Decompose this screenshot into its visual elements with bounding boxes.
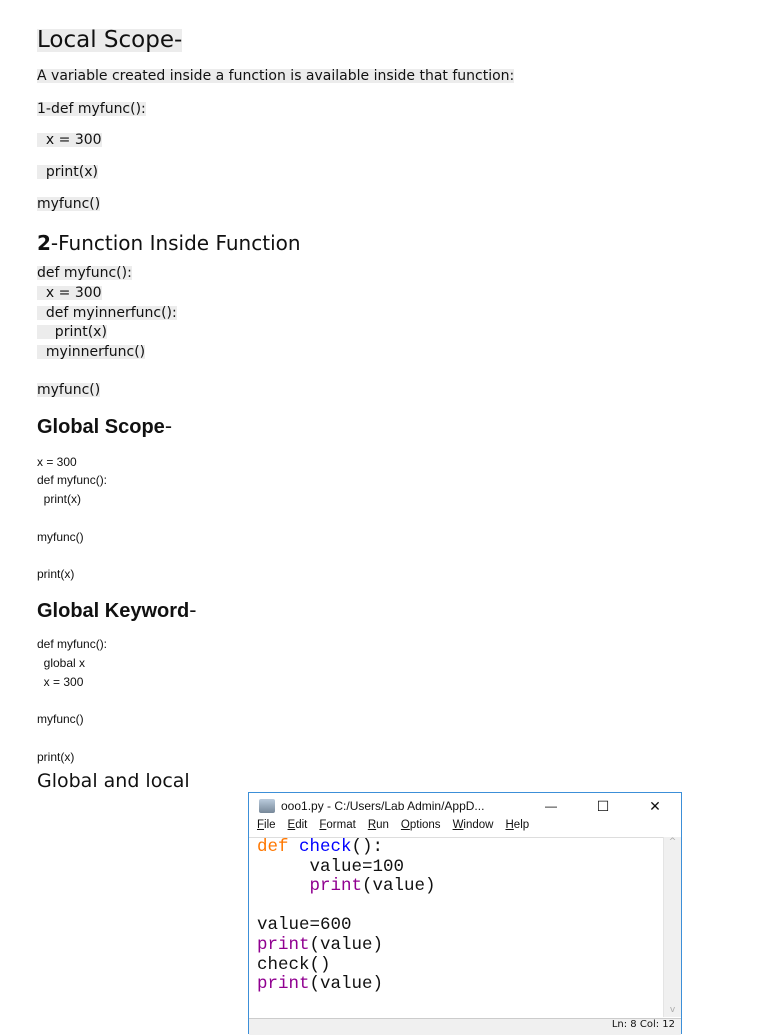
heading-dash: - [164, 414, 173, 438]
code-line: myfunc() [37, 712, 84, 726]
heading-number: 2 [37, 231, 51, 255]
python-file-icon [259, 799, 275, 813]
code-line: print(x) [37, 750, 75, 764]
code-line: x = 300 [37, 675, 84, 689]
code-line: 1-def myfunc(): [37, 101, 146, 117]
code-line: myfunc() [37, 530, 84, 544]
code-editor[interactable]: def check(): value=100 print(value) valu… [257, 837, 436, 995]
builtin: print [257, 974, 310, 995]
code-token: (): [351, 837, 384, 857]
heading-global-and-local: Global and local [37, 770, 190, 792]
code-token: (value) [309, 934, 384, 955]
menu-help[interactable]: Help [505, 819, 529, 837]
code-line: print(x) [37, 324, 107, 340]
menu-format[interactable]: Format [319, 819, 355, 837]
vertical-scrollbar[interactable]: ^ v [663, 837, 681, 1017]
builtin: print [257, 934, 310, 955]
code-line: def myfunc(): [37, 473, 108, 487]
minimize-button[interactable]: — [525, 799, 577, 813]
status-bar: Ln: 8 Col: 12 [249, 1018, 681, 1035]
menu-run[interactable]: Run [368, 819, 389, 837]
function-name: check [299, 837, 352, 857]
code-line: print(x) [37, 567, 75, 581]
code-line: def myinnerfunc(): [37, 305, 177, 321]
scroll-down-icon[interactable]: v [664, 1005, 681, 1015]
code-line: x = 300 [37, 132, 102, 148]
keyword: def [257, 837, 289, 857]
builtin: print [309, 876, 363, 897]
menu-file[interactable]: File [257, 819, 276, 837]
code-line: myfunc() [37, 382, 101, 398]
code-line: def myfunc(): [37, 265, 132, 281]
heading-text: Global Scope [37, 416, 165, 438]
title-bar: ooo1.py - C:/Users/Lab Admin/AppD... — ☐… [249, 793, 681, 819]
menu-window[interactable]: Window [453, 819, 494, 837]
heading-global-scope: Global Scope- [37, 416, 172, 437]
code-line: value=100 [257, 856, 405, 877]
heading-local-scope: Local Scope- [37, 27, 183, 53]
menu-edit[interactable]: Edit [288, 819, 308, 837]
code-token: (value) [362, 876, 436, 897]
heading-text: -Function Inside Function [50, 231, 301, 255]
window-title: ooo1.py - C:/Users/Lab Admin/AppD... [281, 799, 485, 813]
maximize-button[interactable]: ☐ [577, 798, 629, 815]
menu-bar: File Edit Format Run Options Window Help [249, 819, 681, 838]
heading-text: Global Keyword [37, 600, 190, 622]
local-scope-description: A variable created inside a function is … [37, 68, 515, 84]
code-token: (value) [309, 974, 384, 995]
code-line: value=600 [257, 915, 352, 936]
code-line: x = 300 [37, 285, 102, 301]
code-line: x = 300 [37, 455, 77, 469]
code-line: myfunc() [37, 196, 101, 212]
code-line: check() [257, 954, 331, 975]
heading-function-inside-function: 2-Function Inside Function [37, 233, 301, 253]
code-line: global x [37, 656, 86, 670]
heading-global-keyword: Global Keyword- [37, 600, 196, 621]
code-line: print(x) [37, 492, 82, 506]
code-line: print(x) [37, 164, 99, 180]
menu-options[interactable]: Options [401, 819, 441, 837]
code-line: myinnerfunc() [37, 344, 146, 360]
close-button[interactable]: ✕ [629, 798, 681, 815]
heading-dash: - [189, 598, 197, 622]
idle-editor-window: ooo1.py - C:/Users/Lab Admin/AppD... — ☐… [248, 792, 682, 1035]
code-line: def myfunc(): [37, 637, 108, 651]
scroll-up-icon[interactable]: ^ [664, 837, 681, 847]
